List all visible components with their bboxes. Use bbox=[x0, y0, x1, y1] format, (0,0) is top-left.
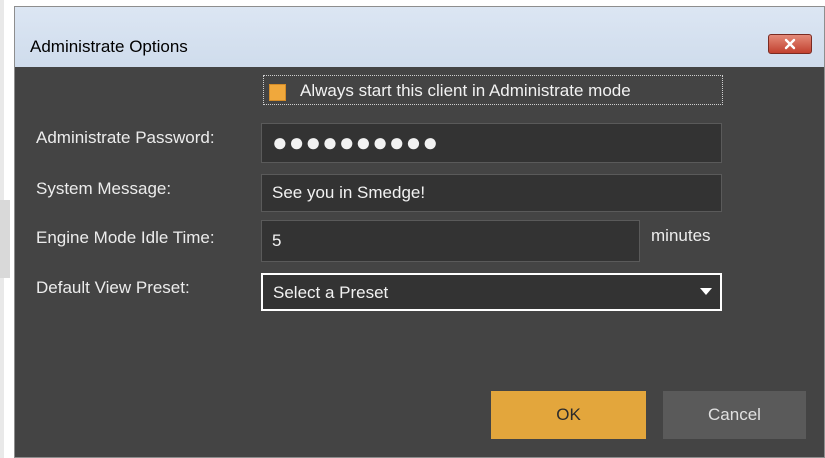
cancel-button[interactable]: Cancel bbox=[663, 391, 806, 439]
idle-time-unit: minutes bbox=[651, 226, 711, 245]
idle-time-input[interactable] bbox=[261, 220, 640, 262]
window-title: Administrate Options bbox=[30, 37, 188, 56]
view-preset-value: Select a Preset bbox=[273, 283, 389, 302]
dialog-content: Always start this client in Administrate… bbox=[15, 67, 824, 457]
administrate-options-dialog: Administrate Options Always start this c… bbox=[14, 6, 825, 458]
background-window-mark bbox=[0, 200, 10, 278]
close-button[interactable] bbox=[768, 34, 812, 54]
close-icon bbox=[784, 38, 796, 50]
always-start-checkbox-row[interactable]: Always start this client in Administrate… bbox=[263, 75, 723, 105]
system-message-label: System Message: bbox=[36, 179, 172, 198]
password-field[interactable]: ●●●●●●●●●● bbox=[261, 123, 722, 163]
system-message-input[interactable] bbox=[261, 174, 722, 212]
view-preset-dropdown[interactable]: Select a Preset bbox=[261, 273, 722, 311]
ok-button[interactable]: OK bbox=[491, 391, 646, 439]
view-preset-label: Default View Preset: bbox=[36, 278, 190, 297]
dropdown-arrow-icon[interactable] bbox=[700, 288, 712, 295]
idle-time-label: Engine Mode Idle Time: bbox=[36, 228, 215, 247]
always-start-checkbox[interactable] bbox=[269, 84, 286, 101]
title-bar[interactable]: Administrate Options bbox=[15, 7, 824, 67]
background-window-edge bbox=[0, 0, 14, 458]
password-label: Administrate Password: bbox=[36, 128, 215, 147]
always-start-label[interactable]: Always start this client in Administrate… bbox=[300, 81, 631, 101]
